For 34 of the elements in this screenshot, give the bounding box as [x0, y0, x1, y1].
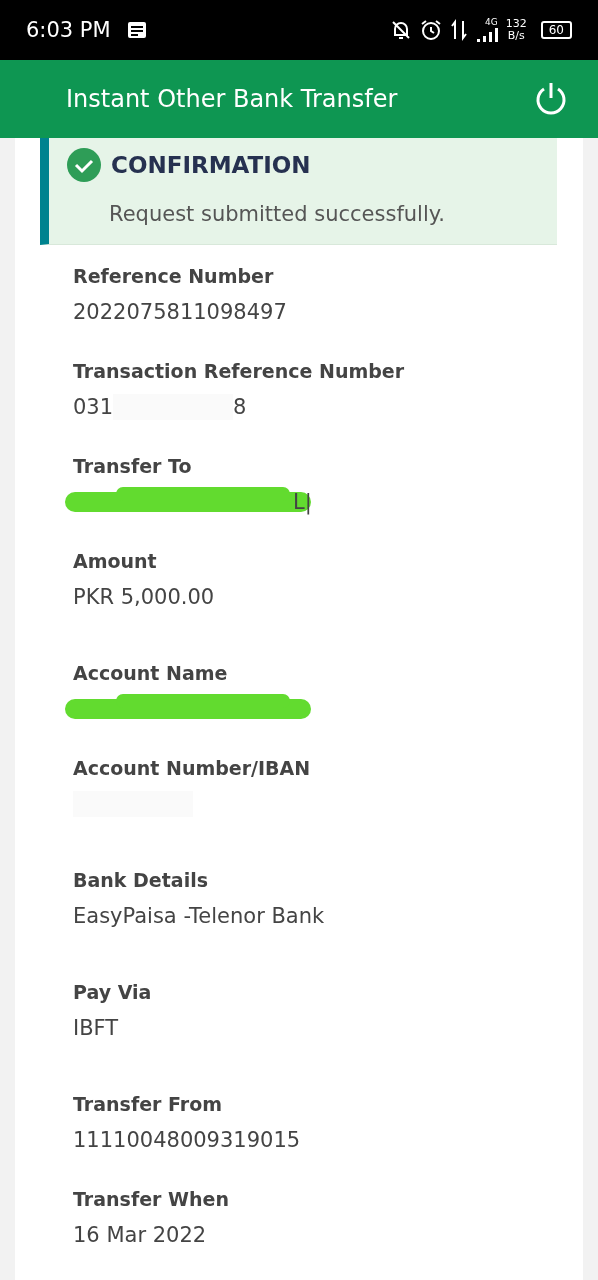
check-circle-icon	[67, 148, 101, 182]
field-label: Transfer When	[73, 1188, 230, 1210]
field-value: PKR 5,000.00	[73, 585, 215, 609]
field-value: 8	[233, 395, 247, 419]
field-label: Transfer From	[73, 1093, 224, 1115]
field-label: Transaction Reference Number	[73, 360, 406, 382]
field-label: Reference Number	[73, 265, 275, 287]
data-arrows-icon	[449, 19, 468, 41]
confirmation-title: CONFIRMATION	[111, 152, 311, 178]
field-label: Amount	[73, 550, 158, 572]
field-value: L|	[293, 490, 312, 514]
field-value: EasyPaisa -Telenor Bank	[73, 904, 325, 928]
field-label: Bank Details	[73, 869, 209, 891]
field-value: 031	[73, 395, 114, 419]
status-time: 6:03 PM	[26, 18, 111, 42]
signal-icon	[475, 27, 498, 43]
field-label: Transfer To	[73, 455, 193, 477]
network-speed: 132	[505, 18, 527, 30]
screen-title: Instant Other Bank Transfer	[66, 85, 399, 113]
speed-unit: B/s	[507, 30, 525, 42]
network-type: 4G	[485, 17, 498, 27]
field-label: Pay Via	[73, 981, 153, 1003]
field-value: 2022075811098497	[73, 300, 287, 324]
field-value: IBFT	[73, 1016, 119, 1040]
battery-indicator: 60	[540, 21, 572, 39]
confirmation-message: Request submitted successfully.	[109, 202, 446, 226]
field-label: Account Number/IBAN	[73, 757, 312, 779]
notes-icon	[126, 21, 147, 39]
bell-off-icon	[389, 19, 412, 41]
power-icon[interactable]	[534, 81, 568, 117]
field-value: 16 Mar 2022	[73, 1223, 207, 1247]
alarm-icon	[419, 19, 442, 41]
field-label: Account Name	[73, 662, 229, 684]
field-value: 11110048009319015	[73, 1128, 301, 1152]
